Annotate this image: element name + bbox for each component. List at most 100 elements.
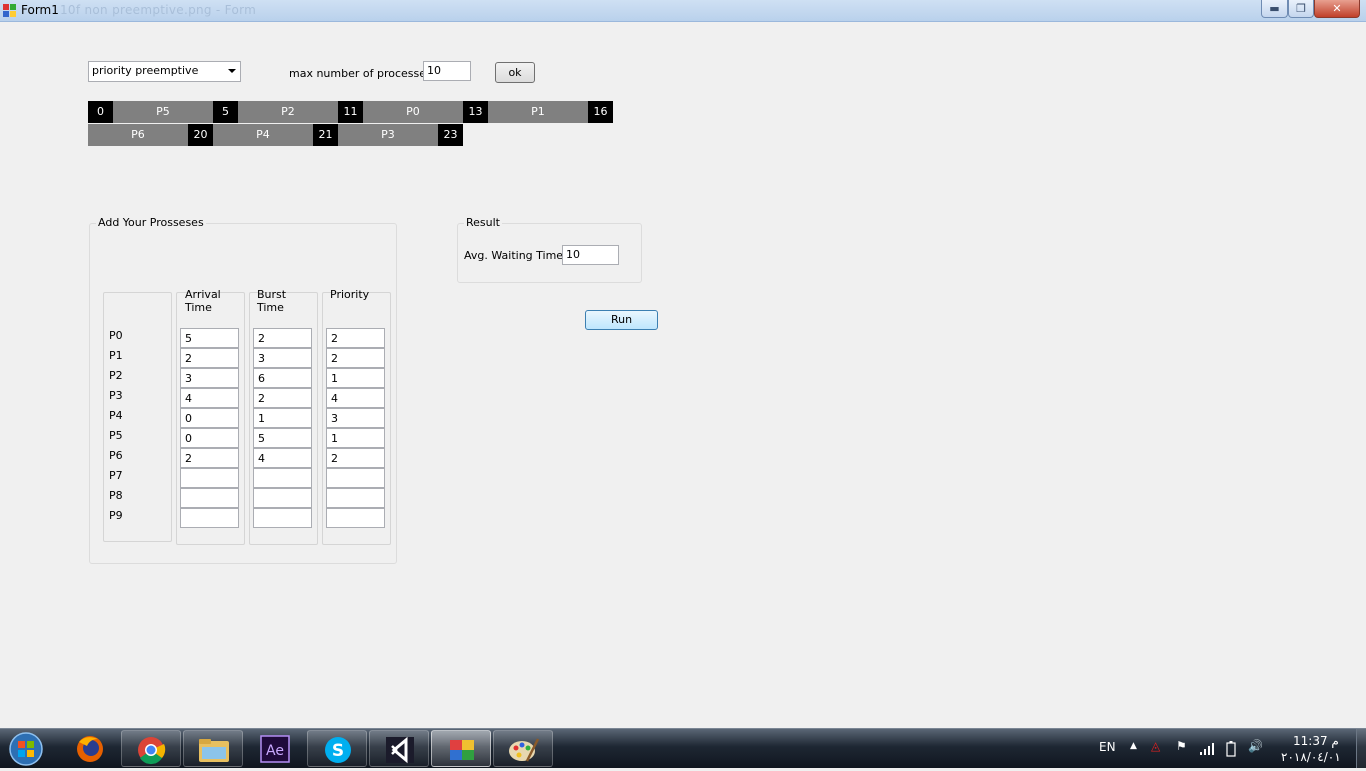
gantt-time-marker: 20 <box>188 124 213 146</box>
gantt-process-block: P6 <box>88 124 188 146</box>
network-signal-icon[interactable] <box>1200 742 1216 756</box>
gantt-time-marker: 16 <box>588 101 613 123</box>
clock-date[interactable]: ٢٠١٨/٠٤/٠١ <box>1281 750 1341 764</box>
gantt-time-marker: 13 <box>463 101 488 123</box>
burst-input-p5[interactable]: 5 <box>253 428 312 448</box>
burst-input-p7[interactable] <box>253 468 312 488</box>
priority-input-p5[interactable]: 1 <box>326 428 385 448</box>
priority-input-p7[interactable] <box>326 468 385 488</box>
burst-input-p3[interactable]: 2 <box>253 388 312 408</box>
taskbar-firefox[interactable] <box>60 730 120 767</box>
priority-input-p3[interactable]: 4 <box>326 388 385 408</box>
priority-input-p8[interactable] <box>326 488 385 508</box>
gantt-time-marker: 5 <box>213 101 238 123</box>
battery-icon[interactable] <box>1226 741 1236 757</box>
arrival-time-header: Arrival Time <box>185 288 221 314</box>
clock-time[interactable]: 11:37 م <box>1293 734 1339 748</box>
result-title: Result <box>464 216 502 229</box>
window-ghost-title: 10f non preemptive.png - Form <box>60 3 257 17</box>
gantt-process-block: P5 <box>113 101 213 123</box>
gantt-process-block: P3 <box>338 124 438 146</box>
arrival-input-p1[interactable]: 2 <box>180 348 239 368</box>
taskbar-skype[interactable]: S <box>307 730 367 767</box>
close-button[interactable]: ✕ <box>1314 0 1360 18</box>
volume-icon[interactable]: 🔊 <box>1248 739 1263 753</box>
after-effects-icon: Ae <box>260 735 290 763</box>
arrival-input-p0[interactable]: 5 <box>180 328 239 348</box>
chrome-icon <box>138 737 166 765</box>
burst-input-p4[interactable]: 1 <box>253 408 312 428</box>
arrival-input-p4[interactable]: 0 <box>180 408 239 428</box>
taskbar-chrome[interactable] <box>121 730 181 767</box>
algorithm-select-value: priority preemptive <box>92 64 199 77</box>
priority-input-p2[interactable]: 1 <box>326 368 385 388</box>
burst-input-p6[interactable]: 4 <box>253 448 312 468</box>
avg-waiting-time-field[interactable]: 10 <box>562 245 619 265</box>
gantt-time-marker: 23 <box>438 124 463 146</box>
run-button[interactable]: Run <box>585 310 658 330</box>
form-app-icon <box>3 4 16 17</box>
gantt-time-marker: 11 <box>338 101 363 123</box>
taskbar-visual-studio[interactable] <box>369 730 429 767</box>
burst-input-p2[interactable]: 6 <box>253 368 312 388</box>
taskbar-file-explorer[interactable] <box>183 730 243 767</box>
max-processes-input[interactable]: 10 <box>423 61 471 81</box>
add-processes-title: Add Your Prosseses <box>96 216 206 229</box>
gantt-time-marker: 0 <box>88 101 113 123</box>
process-label-p6: P6 <box>109 449 123 462</box>
chevron-down-icon <box>228 69 236 73</box>
taskbar-after-effects[interactable]: Ae <box>245 730 305 767</box>
gantt-time-marker: 21 <box>313 124 338 146</box>
burst-input-p8[interactable] <box>253 488 312 508</box>
process-label-p9: P9 <box>109 509 123 522</box>
gantt-process-block: P1 <box>488 101 588 123</box>
process-label-p4: P4 <box>109 409 123 422</box>
arrival-input-p6[interactable]: 2 <box>180 448 239 468</box>
process-label-p7: P7 <box>109 469 123 482</box>
visual-studio-icon <box>386 736 414 764</box>
priority-input-p0[interactable]: 2 <box>326 328 385 348</box>
title-bar: Form1 10f non preemptive.png - Form ▬ ❐ … <box>0 0 1366 22</box>
max-processes-label: max number of processes <box>289 67 432 80</box>
language-indicator[interactable]: EN <box>1099 740 1116 754</box>
burst-input-p1[interactable]: 3 <box>253 348 312 368</box>
process-label-p2: P2 <box>109 369 123 382</box>
taskbar-form1-app[interactable] <box>431 730 491 767</box>
paint-icon <box>509 738 540 762</box>
restore-icon: ❐ <box>1296 2 1306 15</box>
arrival-input-p5[interactable]: 0 <box>180 428 239 448</box>
avg-waiting-time-label: Avg. Waiting Time <box>464 249 564 262</box>
burst-input-p0[interactable]: 2 <box>253 328 312 348</box>
arrival-input-p7[interactable] <box>180 468 239 488</box>
restore-button[interactable]: ❐ <box>1288 0 1314 18</box>
arrival-input-p8[interactable] <box>180 488 239 508</box>
antivirus-icon[interactable]: ◬ <box>1151 739 1160 753</box>
skype-icon: S <box>325 737 351 763</box>
burst-input-p9[interactable] <box>253 508 312 528</box>
action-center-flag-icon[interactable]: ⚑ <box>1176 739 1187 753</box>
process-label-p1: P1 <box>109 349 123 362</box>
show-hidden-icons-icon[interactable]: ▲ <box>1130 741 1137 751</box>
process-label-p0: P0 <box>109 329 123 342</box>
process-label-p5: P5 <box>109 429 123 442</box>
priority-input-p6[interactable]: 2 <box>326 448 385 468</box>
taskbar-paint[interactable] <box>493 730 553 767</box>
svg-text:S: S <box>332 741 344 761</box>
priority-input-p4[interactable]: 3 <box>326 408 385 428</box>
priority-input-p1[interactable]: 2 <box>326 348 385 368</box>
arrival-input-p2[interactable]: 3 <box>180 368 239 388</box>
start-button[interactable] <box>4 731 48 767</box>
file-explorer-icon <box>199 739 229 762</box>
close-icon: ✕ <box>1332 2 1342 15</box>
show-desktop-button[interactable] <box>1356 729 1366 768</box>
arrival-input-p3[interactable]: 4 <box>180 388 239 408</box>
priority-input-p9[interactable] <box>326 508 385 528</box>
svg-text:Ae: Ae <box>266 743 284 759</box>
winforms-app-icon <box>450 740 474 760</box>
arrival-input-p9[interactable] <box>180 508 239 528</box>
minimize-button[interactable]: ▬ <box>1261 0 1288 18</box>
gantt-process-block: P0 <box>363 101 463 123</box>
taskbar: Ae S EN ▲ ◬ ⚑ 🔊 11:37 م ٢٠١٨/٠٤/٠١ <box>0 728 1366 768</box>
algorithm-select[interactable]: priority preemptive <box>88 61 241 82</box>
ok-button[interactable]: ok <box>495 62 535 83</box>
